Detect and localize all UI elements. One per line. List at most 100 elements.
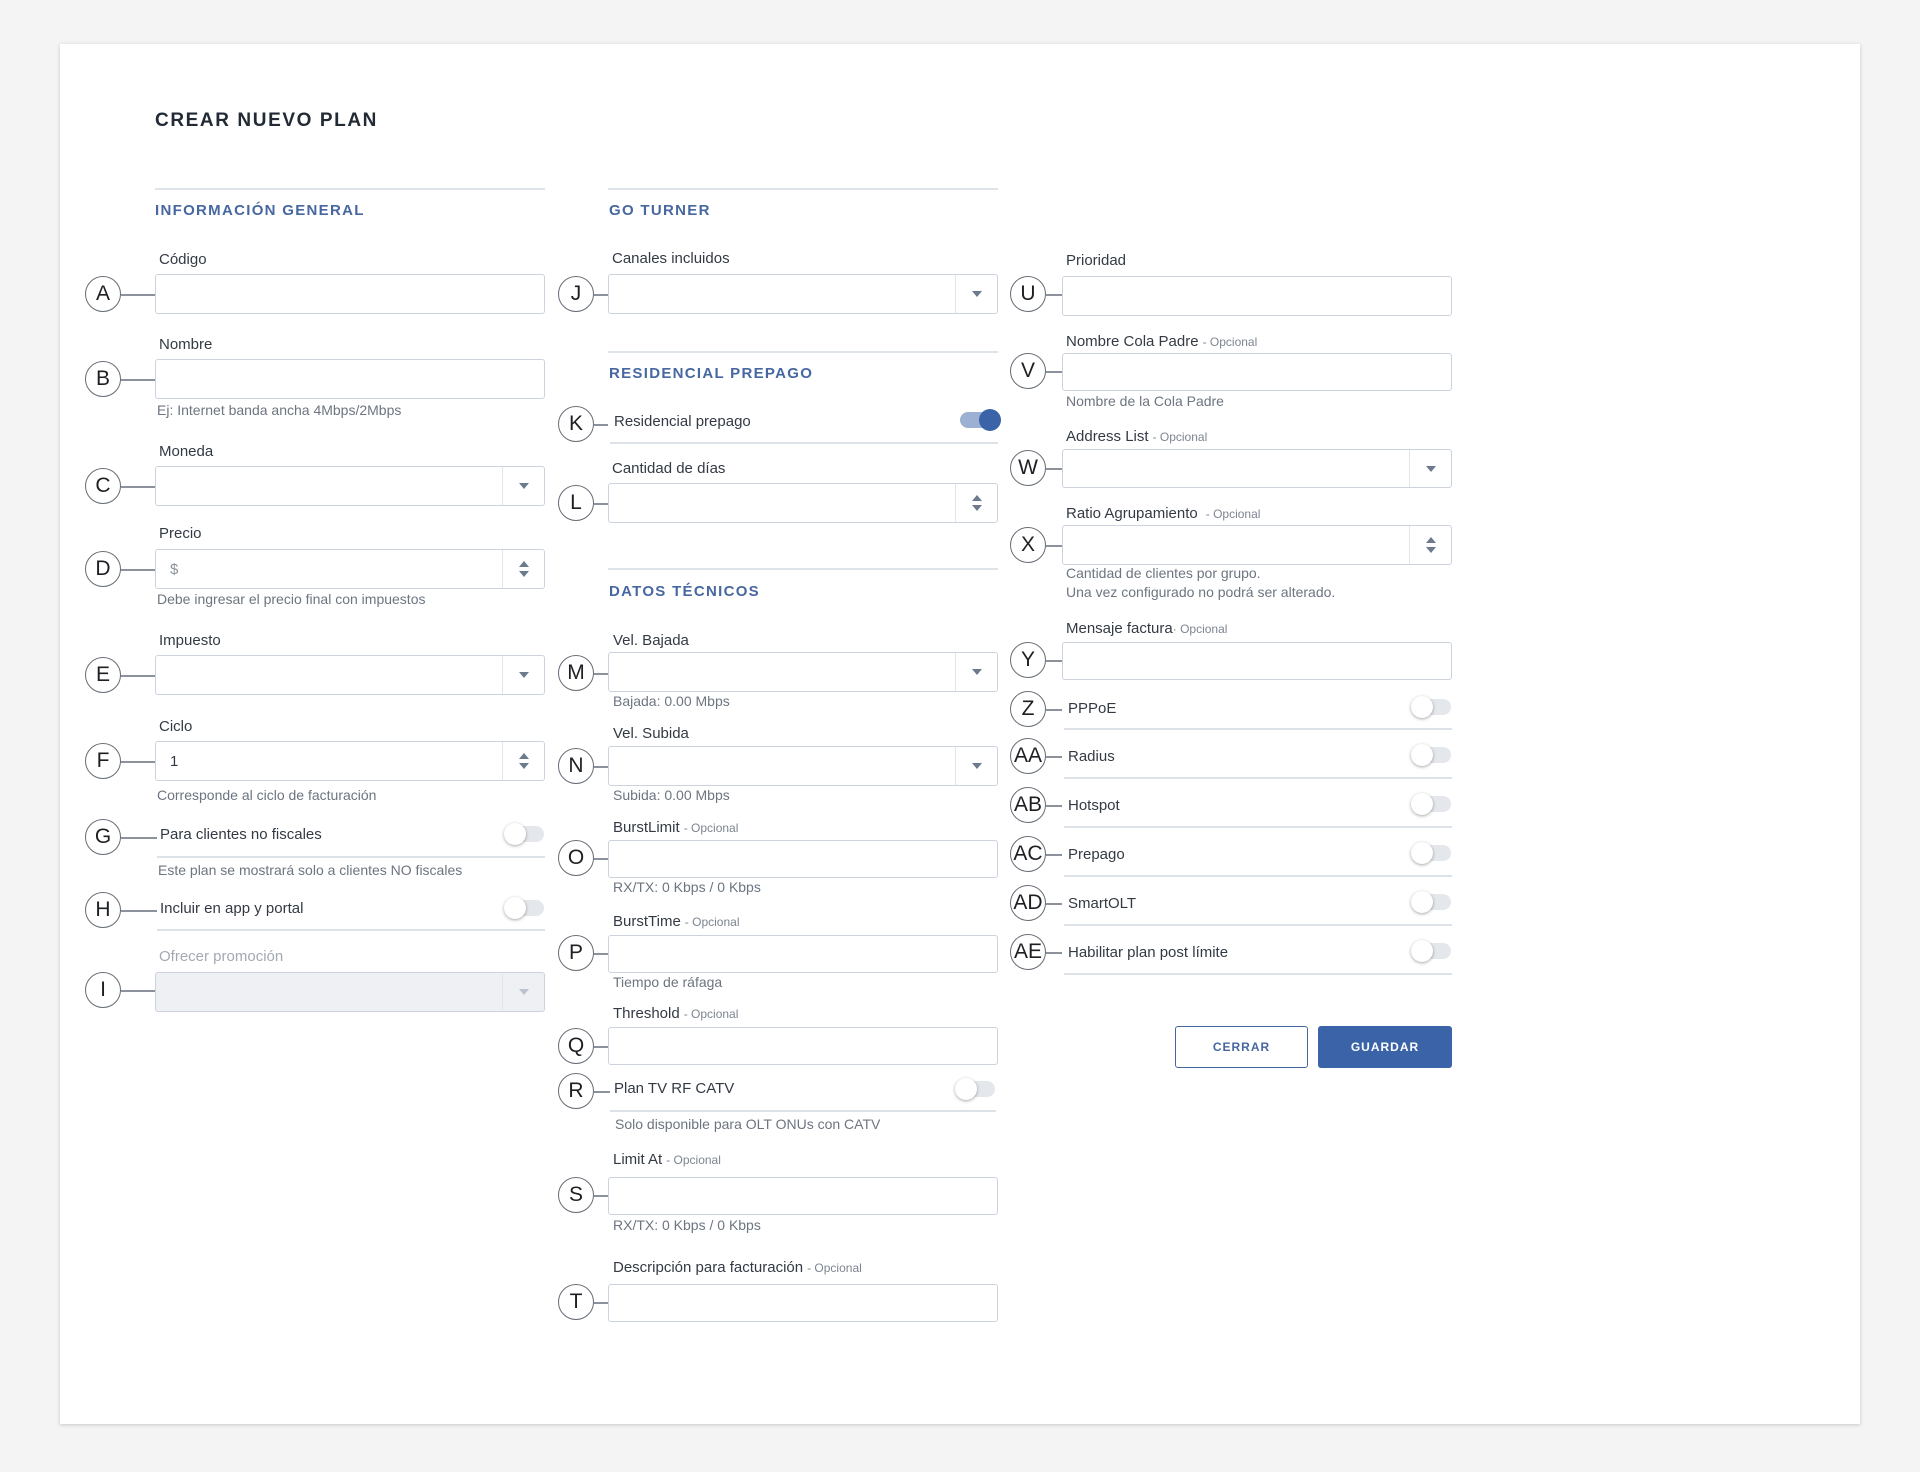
marker-connector xyxy=(594,503,608,505)
marker-connector xyxy=(594,294,608,296)
mensaje-input[interactable] xyxy=(1062,642,1452,680)
burst-limit-input[interactable] xyxy=(608,840,998,878)
precio-prefix: $ xyxy=(170,561,179,578)
nombre-help: Ej: Internet banda ancha 4Mbps/2Mbps xyxy=(157,402,402,418)
row-divider xyxy=(1064,973,1452,975)
vel-subida-select[interactable] xyxy=(608,746,998,786)
optional-tag: - Opcional xyxy=(683,1007,739,1021)
moneda-label: Moneda xyxy=(159,443,214,460)
codigo-input[interactable] xyxy=(155,274,545,314)
impuesto-select[interactable] xyxy=(155,655,545,695)
row-divider xyxy=(1064,826,1452,828)
marker-connector xyxy=(594,1091,610,1093)
prioridad-input[interactable] xyxy=(1062,276,1452,316)
cantidad-dias-input[interactable] xyxy=(608,483,998,523)
cola-padre-input[interactable] xyxy=(1062,353,1452,391)
app-portal-toggle[interactable] xyxy=(504,897,544,919)
descripcion-input[interactable] xyxy=(608,1284,998,1322)
canales-select[interactable] xyxy=(608,274,998,314)
chevron-down-icon[interactable] xyxy=(1409,450,1451,487)
marker-connector xyxy=(1046,903,1062,905)
marker-connector xyxy=(1046,468,1062,470)
marker-r: R xyxy=(558,1073,594,1109)
row-divider xyxy=(1064,728,1452,730)
burst-time-label: BurstTime - Opcional xyxy=(613,913,740,930)
marker-u: U xyxy=(1010,276,1046,312)
stepper-icon[interactable] xyxy=(502,550,544,588)
ratio-input[interactable] xyxy=(1062,525,1452,565)
chevron-down-icon[interactable] xyxy=(955,275,997,313)
post-limite-toggle[interactable] xyxy=(1411,940,1451,962)
chevron-down-icon[interactable] xyxy=(502,656,544,694)
guardar-button[interactable]: GUARDAR xyxy=(1318,1026,1452,1068)
hotspot-label: Hotspot xyxy=(1068,797,1120,814)
marker-v: V xyxy=(1010,353,1046,389)
section-divider xyxy=(608,188,998,190)
marker-j: J xyxy=(558,276,594,312)
precio-help: Debe ingresar el precio final con impues… xyxy=(157,591,426,607)
chevron-down-icon[interactable] xyxy=(502,467,544,505)
optional-tag: - Opcional xyxy=(1202,335,1258,349)
row-divider xyxy=(1064,924,1452,926)
ciclo-value: 1 xyxy=(170,753,179,770)
no-fiscales-label: Para clientes no fiscales xyxy=(160,826,322,843)
nombre-input[interactable] xyxy=(155,359,545,399)
marker-connector xyxy=(1046,294,1062,296)
no-fiscales-toggle[interactable] xyxy=(504,823,544,845)
hotspot-toggle[interactable] xyxy=(1411,793,1451,815)
promocion-select[interactable] xyxy=(155,972,545,1012)
radius-toggle[interactable] xyxy=(1411,744,1451,766)
stepper-icon[interactable] xyxy=(955,484,997,522)
row-divider xyxy=(157,929,545,931)
threshold-input[interactable] xyxy=(608,1027,998,1065)
optional-tag: - Opcional xyxy=(684,915,740,929)
burst-time-input[interactable] xyxy=(608,935,998,973)
marker-c: C xyxy=(85,468,121,504)
cerrar-button[interactable]: CERRAR xyxy=(1175,1026,1308,1068)
chevron-down-icon[interactable] xyxy=(502,973,544,1011)
marker-connector xyxy=(1046,756,1062,758)
marker-connector xyxy=(594,766,608,768)
threshold-label-text: Threshold xyxy=(613,1005,680,1022)
marker-n: N xyxy=(558,748,594,784)
vel-bajada-select[interactable] xyxy=(608,652,998,692)
tv-rf-catv-toggle[interactable] xyxy=(955,1078,995,1100)
moneda-select[interactable] xyxy=(155,466,545,506)
chevron-down-icon[interactable] xyxy=(955,747,997,785)
mensaje-label: Mensaje factura· Opcional xyxy=(1066,620,1227,637)
optional-tag: · Opcional xyxy=(1172,622,1228,636)
optional-tag: - Opcional xyxy=(683,821,739,835)
marker-g: G xyxy=(85,819,121,855)
prepago-toggle[interactable] xyxy=(1411,842,1451,864)
marker-connector xyxy=(1046,545,1062,547)
stepper-icon[interactable] xyxy=(502,742,544,780)
ratio-label-text: Ratio Agrupamiento xyxy=(1066,505,1198,522)
row-divider xyxy=(610,1110,996,1112)
stepper-icon[interactable] xyxy=(1409,526,1451,564)
precio-input[interactable]: $ xyxy=(155,549,545,589)
radius-label: Radius xyxy=(1068,748,1115,765)
address-list-select[interactable] xyxy=(1062,449,1452,488)
residencial-prepago-toggle[interactable] xyxy=(960,409,1001,431)
mensaje-label-text: Mensaje factura xyxy=(1066,620,1173,637)
marker-connector xyxy=(121,910,157,912)
page-title: CREAR NUEVO PLAN xyxy=(155,110,379,131)
marker-e: E xyxy=(85,657,121,693)
vel-bajada-label: Vel. Bajada xyxy=(613,632,689,649)
chevron-down-icon[interactable] xyxy=(955,653,997,691)
pppoe-toggle[interactable] xyxy=(1411,696,1451,718)
marker-d: D xyxy=(85,551,121,587)
canales-label: Canales incluidos xyxy=(612,250,730,267)
limit-at-label: Limit At - Opcional xyxy=(613,1151,721,1168)
promocion-label: Ofrecer promoción xyxy=(159,948,284,965)
cola-padre-label: Nombre Cola Padre - Opcional xyxy=(1066,333,1257,350)
limit-at-input[interactable] xyxy=(608,1177,998,1215)
ratio-help-2: Una vez configurado no podrá ser alterad… xyxy=(1066,584,1336,600)
ciclo-help: Corresponde al ciclo de facturación xyxy=(157,787,377,803)
section-divider xyxy=(608,568,998,570)
row-divider xyxy=(157,856,545,858)
ciclo-input[interactable]: 1 xyxy=(155,741,545,781)
marker-connector xyxy=(121,675,155,677)
smartolt-toggle[interactable] xyxy=(1411,891,1451,913)
marker-connector xyxy=(594,858,608,860)
